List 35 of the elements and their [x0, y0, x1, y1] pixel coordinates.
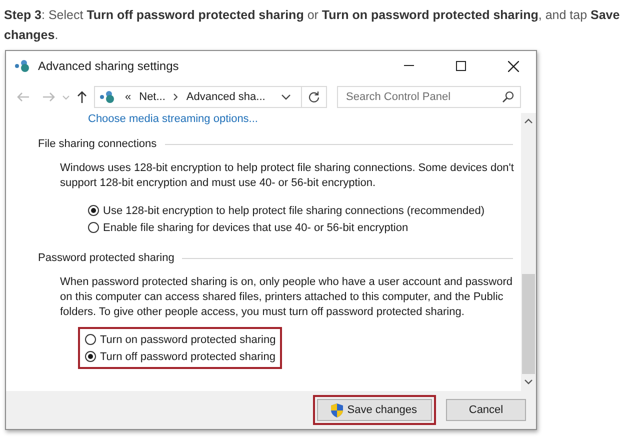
- address-overflow[interactable]: «: [125, 91, 132, 103]
- breadcrumb[interactable]: Net...: [139, 91, 166, 103]
- breadcrumb[interactable]: Advanced sha...: [186, 91, 266, 103]
- address-bar[interactable]: « Net... Advanced sha...: [94, 86, 327, 108]
- radio-label[interactable]: Use 128-bit encryption to help protect file sharing connections (recommended): [103, 204, 485, 216]
- radio-button[interactable]: [85, 351, 96, 362]
- radio-label[interactable]: Enable file sharing for devices that use 40- or 56-bit encryption: [103, 222, 408, 234]
- radio-label[interactable]: Turn on password protected sharing: [100, 334, 276, 346]
- close-icon: [508, 60, 518, 72]
- up-button[interactable]: [76, 90, 88, 104]
- radio-button[interactable]: [88, 222, 99, 233]
- save-button[interactable]: Save changes: [317, 399, 432, 421]
- minimize-icon: [404, 65, 414, 67]
- shield-icon: [330, 402, 344, 418]
- search-field[interactable]: Search Control Panel: [337, 86, 521, 108]
- section-description: Windows uses 128-bit encryption to help protect file sharing connections. Some devices don't support 128-bit encryption and must use 40- or 56-bit encryption.: [60, 161, 515, 191]
- radio-label[interactable]: Turn off password protected sharing: [100, 350, 276, 362]
- dropdown-icon: [281, 94, 292, 100]
- chevron-icon: [173, 93, 178, 101]
- section-description: When password protected sharing is on, only people who have a user account and password on this computer can access shared files, printers attached to this computer, and the Public folders. To give other people access, you must turn off password protected sharing.: [60, 275, 514, 320]
- radio-button[interactable]: [88, 205, 99, 216]
- window-title: Advanced sharing settings: [38, 59, 180, 73]
- refresh-icon: [308, 91, 320, 103]
- section-heading: Password protected sharing: [38, 252, 174, 264]
- network-icon: [99, 90, 117, 104]
- scroll-down-icon[interactable]: [524, 379, 533, 385]
- network-icon: [14, 59, 32, 73]
- cancel-button[interactable]: Cancel: [446, 399, 526, 421]
- instruction-text: Step 3: Select Turn off password protected sharing or Turn on password protected sharing, and tap Save changes.: [4, 7, 621, 44]
- section-heading: File sharing connections: [38, 138, 157, 150]
- search-icon: [502, 91, 514, 103]
- streaming-options-link[interactable]: Choose media streaming options...: [88, 113, 258, 126]
- radio-button[interactable]: [85, 334, 96, 345]
- scroll-up-icon[interactable]: [524, 118, 533, 124]
- maximize-icon: [456, 61, 466, 71]
